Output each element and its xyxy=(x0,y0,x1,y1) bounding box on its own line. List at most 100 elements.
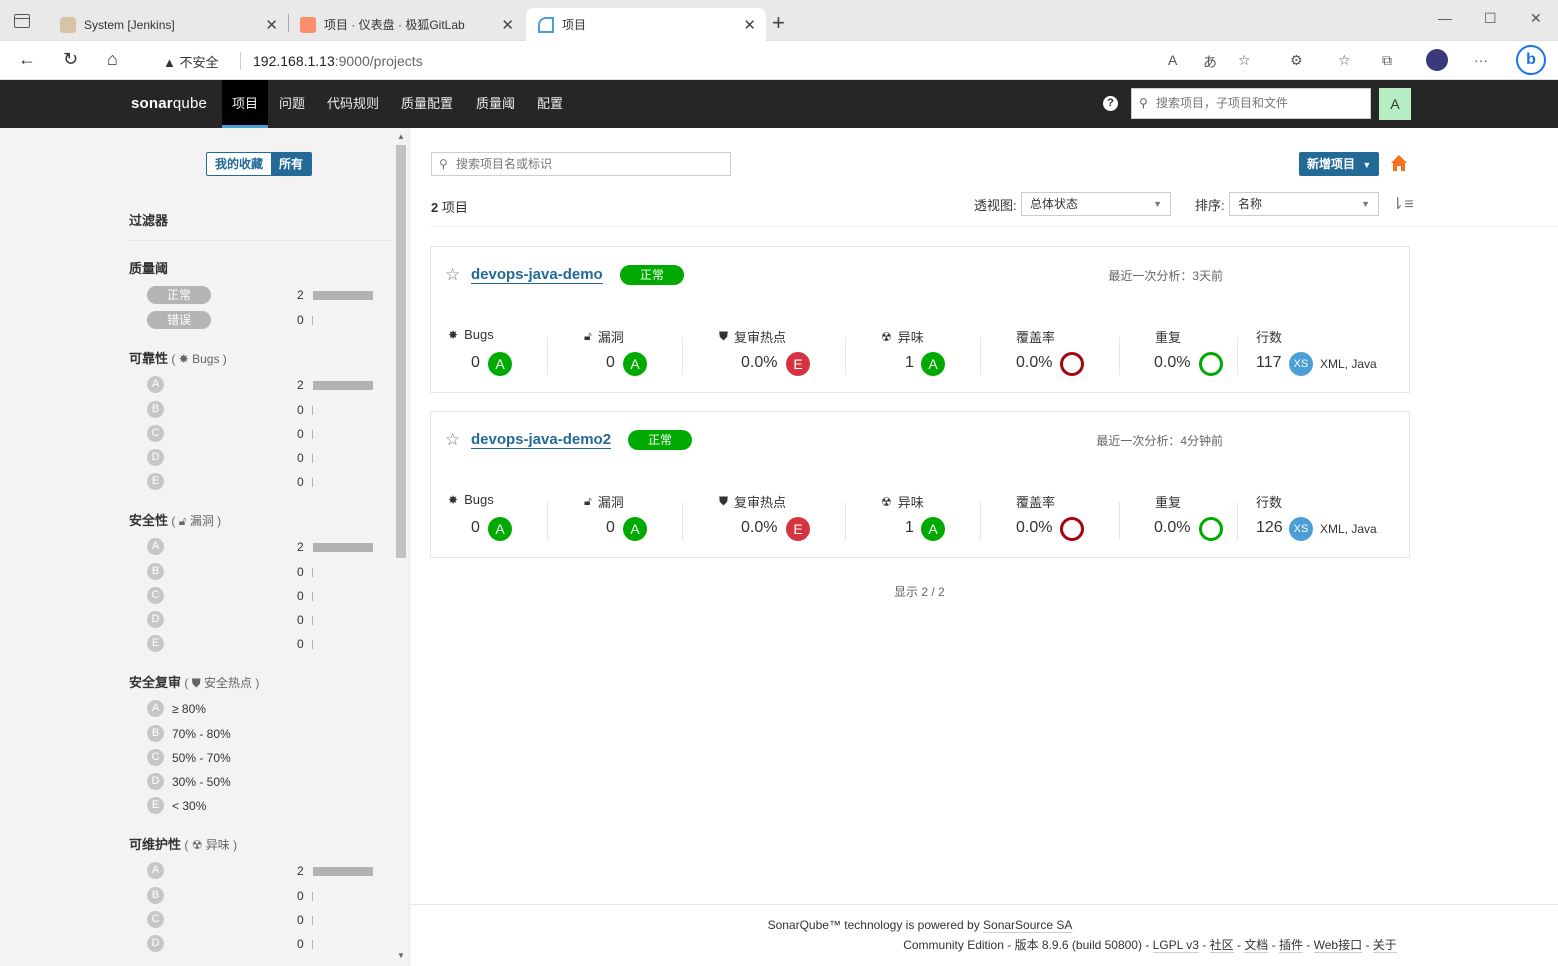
metric-coverage-value[interactable]: 0.0% xyxy=(1016,354,1052,372)
scroll-up-icon[interactable]: ▲ xyxy=(397,132,405,141)
nav-quality-gates[interactable]: 质量阈 xyxy=(466,80,525,128)
scroll-down-icon[interactable]: ▼ xyxy=(397,951,405,960)
home-icon[interactable]: ⌂ xyxy=(107,49,118,70)
docs-link[interactable]: 文档 xyxy=(1244,938,1269,953)
rating-badge: E xyxy=(786,352,810,376)
toggle-all[interactable]: 所有 xyxy=(271,153,312,175)
extensions-icon[interactable]: ⚙ xyxy=(1290,52,1303,69)
star-icon[interactable]: ☆ xyxy=(445,265,460,285)
close-window-icon[interactable]: ✕ xyxy=(1530,10,1542,27)
filter-security-d[interactable]: D xyxy=(147,611,164,628)
metric-smells-value[interactable]: 1 xyxy=(905,354,914,372)
add-favorite-icon[interactable]: ☆ xyxy=(1238,52,1251,69)
metric-hotspots-label: ⛊ 复审热点 xyxy=(719,329,787,345)
filter-hotspots-a[interactable]: A xyxy=(147,700,164,717)
lgpl-link[interactable]: LGPL v3 xyxy=(1152,938,1199,953)
refresh-icon[interactable]: ↻ xyxy=(63,49,78,70)
sort-select[interactable]: 名称 ▼ xyxy=(1229,192,1379,216)
project-name-link[interactable]: devops-java-demo2 xyxy=(471,431,612,449)
metric-bugs-value[interactable]: 0 xyxy=(471,354,480,372)
url-field[interactable]: 192.168.1.13:9000/projects xyxy=(253,53,423,69)
close-tab-icon[interactable]: ✕ xyxy=(265,16,278,34)
project-card: ☆ devops-java-demo 正常 最近一次分析：3天前 ✸ Bugs 0… xyxy=(430,246,1410,393)
user-avatar[interactable]: A xyxy=(1379,88,1411,120)
metric-bugs-value[interactable]: 0 xyxy=(471,519,480,537)
new-tab-icon[interactable]: + xyxy=(772,10,785,36)
toggle-favorites[interactable]: 我的收藏 xyxy=(207,153,272,175)
metric-vulns-value[interactable]: 0 xyxy=(606,519,615,537)
filter-reliability-b[interactable]: B xyxy=(147,401,164,418)
filter-security-b[interactable]: B xyxy=(147,563,164,580)
close-tab-icon[interactable]: ✕ xyxy=(501,16,514,34)
webapi-link[interactable]: Web接口 xyxy=(1313,938,1363,953)
sidebar-scrollbar[interactable] xyxy=(396,145,406,558)
metric-duplications-label: 重复 xyxy=(1155,495,1182,510)
close-tab-icon[interactable]: ✕ xyxy=(743,16,756,34)
project-search-input[interactable]: ⚲ 搜索项目名或标识 xyxy=(431,152,731,176)
metric-coverage-value[interactable]: 0.0% xyxy=(1016,519,1052,537)
facet-bar xyxy=(313,543,373,552)
filter-qg-passed[interactable]: 正常 xyxy=(147,286,211,304)
sonarqube-logo[interactable]: sonarqube xyxy=(131,95,207,112)
filter-security-a[interactable]: A xyxy=(147,538,164,555)
about-link[interactable]: 关于 xyxy=(1372,938,1397,953)
translate-icon[interactable]: あ xyxy=(1203,52,1217,72)
metric-smells-value[interactable]: 1 xyxy=(905,519,914,537)
nav-rules[interactable]: 代码规则 xyxy=(317,80,389,128)
filter-maintainability-d[interactable]: D xyxy=(147,935,164,952)
filter-reliability-c[interactable]: C xyxy=(147,425,164,442)
tab-gitlab[interactable]: 项目 · 仪表盘 · 极狐GitLab ✕ xyxy=(288,8,524,41)
lock-icon: 🔓︎ xyxy=(584,494,592,508)
bing-icon[interactable]: b xyxy=(1516,45,1546,75)
filter-hotspots-e[interactable]: E xyxy=(147,797,164,814)
community-link[interactable]: 社区 xyxy=(1209,938,1234,953)
tab-sonarqube[interactable]: 项目 ✕ xyxy=(526,8,766,41)
filter-hotspots-d[interactable]: D xyxy=(147,773,164,790)
collections-icon[interactable]: ⧉ xyxy=(1382,52,1392,69)
help-icon[interactable]: ? xyxy=(1103,96,1118,111)
star-icon[interactable]: ☆ xyxy=(445,430,460,450)
metric-duplications-value[interactable]: 0.0% xyxy=(1154,354,1190,372)
filter-reliability-a[interactable]: A xyxy=(147,376,164,393)
sonarqube-navbar: sonarqube 项目 问题 代码规则 质量配置 质量阈 配置 ? ⚲ 搜索项目… xyxy=(0,80,1558,128)
nav-projects[interactable]: 项目 xyxy=(222,80,269,128)
read-aloud-icon[interactable]: A xyxy=(1168,52,1177,68)
filter-maintainability-c[interactable]: C xyxy=(147,911,164,928)
maximize-icon[interactable]: ☐ xyxy=(1484,10,1497,27)
nav-administration[interactable]: 配置 xyxy=(527,80,573,128)
project-name-link[interactable]: devops-java-demo xyxy=(471,266,603,284)
plugins-link[interactable]: 插件 xyxy=(1278,938,1303,953)
metric-duplications-value[interactable]: 0.0% xyxy=(1154,519,1190,537)
new-project-button[interactable]: 新增项目 ▼ xyxy=(1299,152,1379,176)
minimize-icon[interactable]: — xyxy=(1438,10,1452,26)
more-icon[interactable]: ··· xyxy=(1474,52,1488,68)
home-page-icon[interactable] xyxy=(1390,154,1408,172)
metric-hotspots-value[interactable]: 0.0% xyxy=(741,519,777,537)
profile-avatar[interactable] xyxy=(1426,49,1448,71)
filter-hotspots-c[interactable]: C xyxy=(147,749,164,766)
favorites-icon[interactable]: ☆ xyxy=(1338,52,1351,69)
filter-maintainability-a[interactable]: A xyxy=(147,862,164,879)
perspective-select[interactable]: 总体状态 ▼ xyxy=(1021,192,1171,216)
global-search-input[interactable]: ⚲ 搜索项目，子项目和文件 xyxy=(1131,88,1371,119)
metric-vulns-value[interactable]: 0 xyxy=(606,354,615,372)
filter-security-c[interactable]: C xyxy=(147,587,164,604)
filter-reliability-d[interactable]: D xyxy=(147,449,164,466)
tab-jenkins[interactable]: System [Jenkins] ✕ xyxy=(48,8,288,41)
nav-quality-profiles[interactable]: 质量配置 xyxy=(391,80,463,128)
nav-issues[interactable]: 问题 xyxy=(269,80,315,128)
metric-lines-value[interactable]: 117 xyxy=(1256,354,1282,372)
tab-actions-icon[interactable] xyxy=(14,14,30,28)
filter-maintainability-b[interactable]: B xyxy=(147,887,164,904)
filter-reliability-e[interactable]: E xyxy=(147,473,164,490)
metric-lines-value[interactable]: 126 xyxy=(1256,519,1283,537)
sonarsource-link[interactable]: SonarSource SA xyxy=(983,918,1073,933)
security-warning[interactable]: ▲ 不安全 xyxy=(163,52,219,71)
back-icon[interactable]: ← xyxy=(18,49,36,70)
filter-hotspots-b[interactable]: B xyxy=(147,725,164,742)
filter-qg-failed[interactable]: 错误 xyxy=(147,311,211,329)
sort-direction-icon[interactable]: ⇂≡ xyxy=(1391,194,1414,214)
warning-icon: ▲ xyxy=(163,55,176,70)
metric-hotspots-value[interactable]: 0.0% xyxy=(741,354,777,372)
filter-security-e[interactable]: E xyxy=(147,635,164,652)
